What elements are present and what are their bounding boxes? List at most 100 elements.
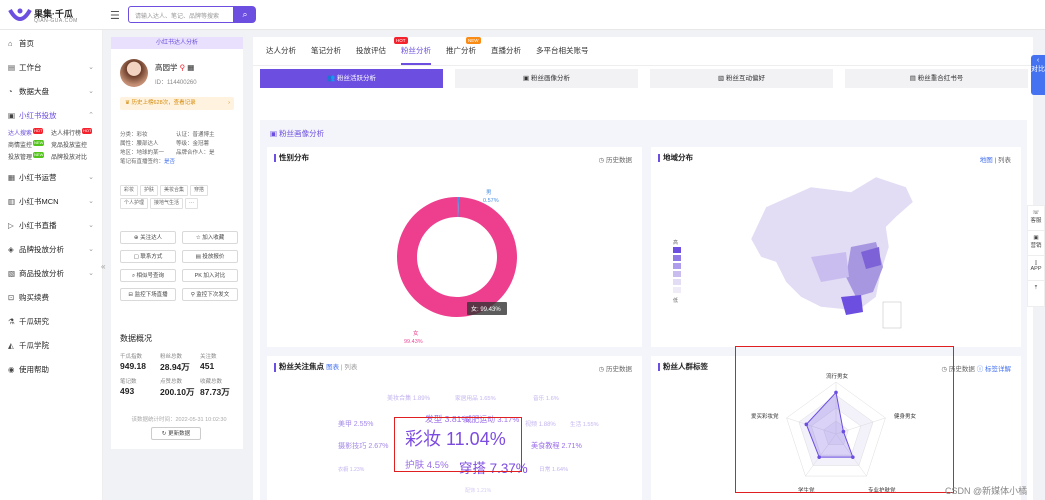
more-tags-button[interactable]: ··· — [185, 198, 199, 209]
sidebar-item-school[interactable]: ◭ 千瓜学院 — [0, 334, 102, 358]
subtab-active[interactable]: 👥 粉丝活跃分析 — [260, 69, 443, 88]
gender-chart: 男 0.57% 女 99.43% 女: 99.43% — [397, 189, 518, 345]
monitor-post-button[interactable]: ⚲ 监控下次发文 — [182, 288, 238, 301]
legend-high: 高 — [673, 239, 678, 246]
contact-button[interactable]: ▢ 联系方式 — [120, 250, 176, 263]
sub-tabs: 👥 粉丝活跃分析 ▣ 粉丝画像分析 ▧ 粉丝互动偏好 ▤ 粉丝重合红书号 — [260, 69, 1030, 88]
sidebar-item-label: 小红书直播 — [19, 221, 57, 230]
hot-badge: HOT — [33, 128, 44, 134]
word-cloud-item[interactable]: 音乐 1.6% — [533, 394, 559, 402]
compare-tab[interactable]: ‹ 对比 — [1031, 55, 1045, 95]
top-bar: 果集·千瓜 QIAN-GUA.COM ☰ 请输入达人、笔记、品牌等搜索 ⌕ — [0, 0, 1045, 30]
stat-value: 493 — [120, 386, 135, 396]
female-label: 女 — [413, 329, 419, 337]
sidebar-item-dashboard[interactable]: ◔ 数据大盘 ⌄ — [0, 80, 102, 104]
sidebar-item-label: 千瓜学院 — [19, 341, 49, 350]
sidebar-item-delivery[interactable]: ▣ 小红书投放 ⌃ — [0, 104, 102, 128]
brand-icon: ◈ — [8, 245, 14, 254]
service-button[interactable]: ☏ 客服 — [1028, 206, 1044, 231]
monitor-live-button[interactable]: ⊟ 监控下场直播 — [120, 288, 176, 301]
tab-multi-platform[interactable]: 多平台相关账号 — [536, 45, 589, 65]
location-icon: ⚲ — [179, 63, 186, 72]
qr-icon[interactable]: ▦ — [187, 63, 194, 72]
submenu-talent-rank[interactable]: 达人排行榜 HOT — [51, 128, 94, 140]
new-badge: NEW — [33, 140, 45, 146]
word-cloud-item[interactable]: 日常 1.64% — [539, 465, 568, 473]
quote-button[interactable]: ▤ 投放报价 — [182, 250, 238, 263]
help-icon: ◉ — [8, 365, 15, 374]
portrait-panel: ▣ 粉丝画像分析 性别分布 ◷ 历史数据 男 0.57% 女 99.43% 女:… — [260, 120, 1027, 500]
live-sign-link[interactable]: 是否 — [164, 158, 175, 167]
menu-toggle-icon[interactable]: ☰ — [110, 9, 120, 22]
sidebar-item-buy[interactable]: ⊡ 购买续费 — [0, 286, 102, 310]
pk-compare-button[interactable]: PK 加入对比 — [182, 269, 238, 282]
tag-chip: 接地气生活 — [150, 198, 184, 209]
subtab-portrait[interactable]: ▣ 粉丝画像分析 — [455, 69, 638, 88]
sidebar-item-research[interactable]: ⚗ 千瓜研究 — [0, 310, 102, 334]
tab-talent[interactable]: 达人分析 — [266, 45, 296, 65]
sidebar-item-label: 数据大盘 — [19, 87, 49, 96]
collapse-sidebar-icon[interactable]: « — [101, 262, 111, 276]
submenu-talent-search[interactable]: 达人搜索 HOT — [8, 128, 51, 140]
sidebar-item-help[interactable]: ◉ 使用帮助 — [0, 358, 102, 382]
search-input[interactable]: 请输入达人、笔记、品牌等搜索 — [128, 6, 234, 23]
word-cloud-item[interactable]: 视频 1.88% — [525, 420, 556, 428]
word-cloud-item[interactable]: 配饰 1.21% — [465, 486, 492, 494]
submenu-monitor[interactable]: 商情监控 NEW — [8, 140, 51, 152]
tab-promote[interactable]: 推广分析 NEW — [446, 37, 481, 65]
tag-chip: 美妆合集 — [160, 185, 189, 196]
new-badge: NEW — [466, 37, 481, 44]
profile-info: 分类：彩妆 认证：普通博主 属性：腰部达人 等级：金冠薯 地区：地球的某一 品牌合作人… — [120, 132, 215, 167]
sidebar-item-label: 商品投放分析 — [19, 269, 64, 278]
subtab-interact[interactable]: ▧ 粉丝互动偏好 — [650, 69, 833, 88]
word-cloud-item[interactable]: 摄影技巧 2.67% — [338, 441, 389, 450]
word-cloud-item[interactable]: 美妆合集 1.89% — [387, 394, 431, 402]
profile-id: ID：114400260 — [155, 80, 197, 86]
search-icon[interactable]: ⌕ — [234, 6, 256, 23]
logo-icon — [8, 8, 32, 21]
history-rank-link[interactable]: ♛ 历史上榜628次，查看记录 › — [120, 97, 234, 110]
operation-icon: ▦ — [8, 173, 16, 182]
app-button[interactable]: ▯ APP — [1028, 256, 1044, 281]
sidebar-item-label: 首页 — [19, 39, 34, 48]
tab-live[interactable]: 直播分析 — [491, 45, 521, 65]
sidebar-item-home[interactable]: ⌂ 首页 — [0, 32, 102, 56]
marketing-button[interactable]: ▣ 营销 — [1028, 231, 1044, 256]
goods-icon: ▧ — [8, 269, 16, 278]
china-map: 高 低 — [673, 176, 914, 329]
word-cloud-item[interactable]: 美甲 2.55% — [338, 419, 373, 428]
chevron-down-icon: ⌄ — [88, 222, 94, 229]
sidebar-item-desk[interactable]: ▤ 工作台 ⌄ — [0, 56, 102, 80]
back-top-button[interactable]: ⤒ — [1028, 281, 1044, 306]
tab-note[interactable]: 笔记分析 — [311, 45, 341, 65]
right-toolbar: ☏ 客服 ▣ 营销 ▯ APP ⤒ — [1027, 205, 1045, 307]
refresh-button[interactable]: ↻ 更新数据 — [151, 427, 201, 440]
stat-value: 949.18 — [120, 361, 146, 371]
favorite-button[interactable]: ☆ 加入收藏 — [182, 231, 238, 244]
tab-evaluate[interactable]: 投放评估 HOT — [356, 37, 408, 65]
word-cloud-item[interactable]: 美食教程 2.71% — [531, 441, 582, 450]
sidebar-item-goods[interactable]: ▧ 商品投放分析 ⌄ — [0, 262, 102, 286]
profile-tags: 彩妆 护肤 美妆合集 穿搭 个人护理 接地气生活 ··· — [120, 185, 238, 209]
sidebar-item-live[interactable]: ▷ 小红书直播 ⌄ — [0, 214, 102, 238]
word-cloud-item[interactable]: 衣橱 1.23% — [338, 465, 365, 473]
chevron-down-icon: ⌄ — [88, 246, 94, 253]
profile-actions: ⊕ 关注达人 ☆ 加入收藏 ▢ 联系方式 ▤ 投放报价 ⌕ 相似号查询 PK 加… — [120, 231, 238, 301]
submenu-manage[interactable]: 投放管理 NEW — [8, 152, 51, 164]
profile-name: 高园学 ⚲ ▦ — [155, 63, 195, 72]
data-overview-stats: 千瓜指数 949.18 粉丝总数 28.94万 关注数 451 笔记数 493 点赞总数… — [120, 352, 240, 398]
similar-button[interactable]: ⌕ 相似号查询 — [120, 269, 176, 282]
word-cloud-item[interactable]: 家居用品 1.65% — [455, 394, 496, 402]
submenu-compare[interactable]: 品牌投放对比 — [51, 152, 94, 164]
chevron-right-icon: › — [228, 100, 230, 106]
subtab-overlap[interactable]: ▤ 粉丝重合红书号 — [845, 69, 1028, 88]
sidebar-item-label: 使用帮助 — [19, 365, 49, 374]
sidebar-item-operation[interactable]: ▦ 小红书运营 ⌄ — [0, 166, 102, 190]
highlight-box — [735, 346, 954, 493]
word-cloud-item[interactable]: 生活 1.55% — [570, 420, 599, 428]
follow-button[interactable]: ⊕ 关注达人 — [120, 231, 176, 244]
sidebar-item-mcn[interactable]: ▥ 小红书MCN ⌄ — [0, 190, 102, 214]
sidebar-item-brand[interactable]: ◈ 品牌投放分析 ⌄ — [0, 238, 102, 262]
submenu-competitor[interactable]: 竞品投放监控 — [51, 140, 94, 152]
tab-fans[interactable]: 粉丝分析 — [401, 45, 431, 65]
